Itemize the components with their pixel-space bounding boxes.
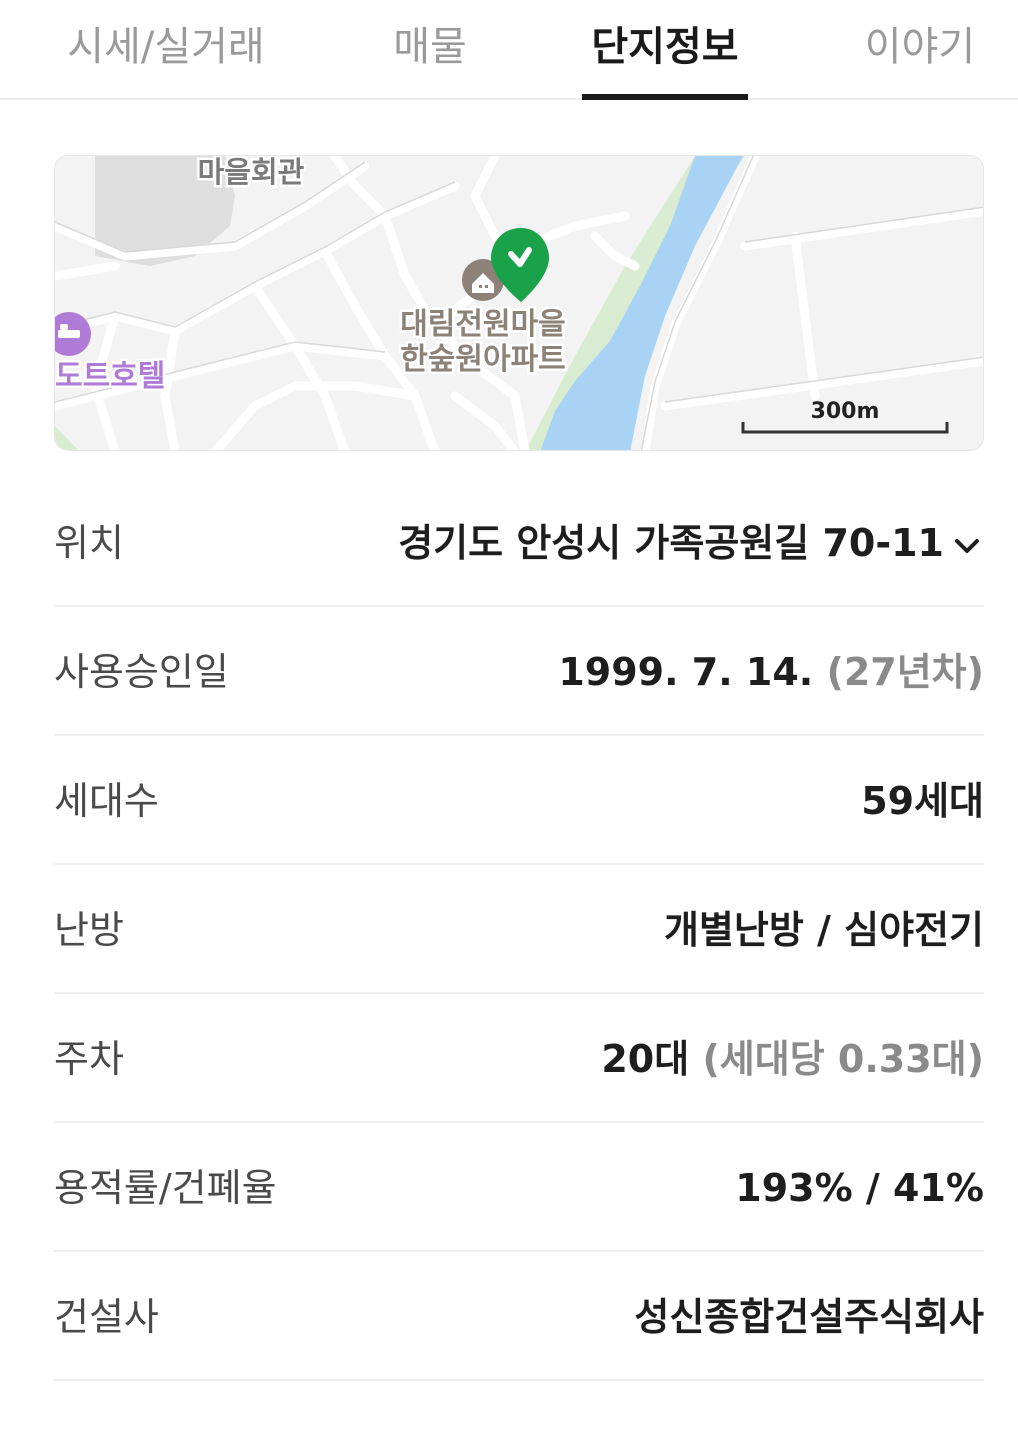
location-value[interactable]: 경기도 안성시 가족공원길 70-11	[398, 518, 984, 568]
approval-date-label: 사용승인일	[54, 650, 229, 694]
info-row-location[interactable]: 위치 경기도 안성시 가족공원길 70-11	[54, 478, 984, 607]
tab-stories[interactable]: 이야기	[860, 22, 980, 72]
map-label-village-hall: 마을회관	[198, 156, 305, 189]
parking-value: 20대 (세대당 0.33대)	[601, 1034, 984, 1084]
address-text: 경기도 안성시 가족공원길 70-11	[398, 521, 944, 565]
active-tab-indicator	[582, 94, 748, 100]
tab-listings[interactable]: 매물	[390, 22, 470, 72]
ratio-label: 용적률/건폐율	[54, 1166, 277, 1210]
info-row-households: 세대수 59세대	[54, 736, 984, 865]
approval-date-text: 1999. 7. 14.	[558, 650, 814, 694]
builder-label: 건설사	[54, 1295, 159, 1339]
info-row-builder: 건설사 성신종합건설주식회사	[54, 1252, 984, 1381]
info-row-heating: 난방 개별난방 / 심야전기	[54, 865, 984, 994]
chevron-down-icon[interactable]	[950, 534, 984, 558]
location-map[interactable]: 마을회관 대림전원마을 한숲원아파트 도트호텔 300m	[54, 155, 984, 451]
complex-info-list: 위치 경기도 안성시 가족공원길 70-11 사용승인일 1999. 7. 14…	[54, 478, 984, 1381]
households-label: 세대수	[54, 779, 159, 823]
info-row-approval-date: 사용승인일 1999. 7. 14. (27년차)	[54, 607, 984, 736]
parking-count-text: 20대	[601, 1037, 690, 1081]
map-label-hotel: 도트호텔	[55, 359, 165, 394]
info-row-parking: 주차 20대 (세대당 0.33대)	[54, 994, 984, 1123]
map-label-apartment-line2: 한숲원아파트	[400, 342, 566, 377]
parking-per-household-text: (세대당 0.33대)	[702, 1037, 984, 1081]
tab-bar: 시세/실거래 매물 단지정보 이야기	[0, 0, 1018, 100]
tab-complex-info[interactable]: 단지정보	[582, 22, 748, 72]
approval-date-value: 1999. 7. 14. (27년차)	[558, 647, 984, 697]
heating-value: 개별난방 / 심야전기	[663, 908, 984, 952]
households-value: 59세대	[861, 779, 984, 823]
tab-price-transactions[interactable]: 시세/실거래	[58, 22, 274, 72]
parking-label: 주차	[54, 1037, 124, 1081]
builder-value: 성신종합건설주식회사	[634, 1295, 984, 1339]
map-scale-label: 300m	[811, 399, 880, 424]
building-age-text: (27년차)	[826, 650, 984, 694]
heating-label: 난방	[54, 908, 124, 952]
location-label: 위치	[54, 521, 124, 565]
ratio-value: 193% / 41%	[735, 1166, 984, 1210]
map-label-apartment-line1: 대림전원마을	[400, 307, 566, 342]
info-row-ratio: 용적률/건폐율 193% / 41%	[54, 1123, 984, 1252]
